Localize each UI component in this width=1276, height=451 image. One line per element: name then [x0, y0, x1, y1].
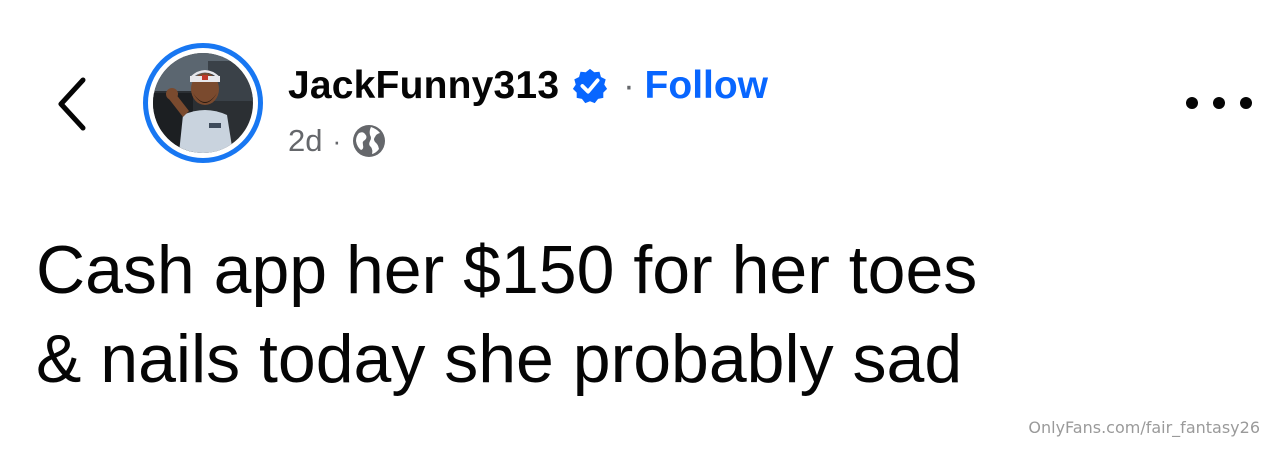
- watermark: OnlyFans.com/fair_fantasy26: [1028, 418, 1260, 437]
- avatar[interactable]: [143, 43, 263, 163]
- profile-photo: [153, 53, 253, 153]
- post-text-line-2: & nails today she probably sad: [36, 321, 963, 397]
- more-dot: [1240, 97, 1252, 109]
- post-header: JackFunny313 · Follow 2d ·: [288, 58, 768, 164]
- more-dot: [1186, 97, 1198, 109]
- author-username[interactable]: JackFunny313: [288, 64, 559, 108]
- post-text-line-1: Cash app her $150 for her toes: [36, 232, 978, 308]
- separator-dot: ·: [623, 66, 635, 105]
- follow-button[interactable]: Follow: [645, 64, 768, 108]
- author-row: JackFunny313 · Follow: [288, 58, 768, 114]
- back-button[interactable]: [48, 74, 94, 134]
- more-dot: [1213, 97, 1225, 109]
- globe-icon: [351, 123, 387, 159]
- post-meta: 2d ·: [288, 118, 768, 164]
- post-timestamp[interactable]: 2d: [288, 123, 322, 159]
- meta-separator: ·: [332, 125, 342, 156]
- post-text: Cash app her $150 for her toes & nails t…: [36, 226, 1246, 404]
- chevron-left-icon: [58, 77, 86, 131]
- more-options-icon[interactable]: [1186, 88, 1252, 118]
- verified-badge-icon: [571, 67, 609, 105]
